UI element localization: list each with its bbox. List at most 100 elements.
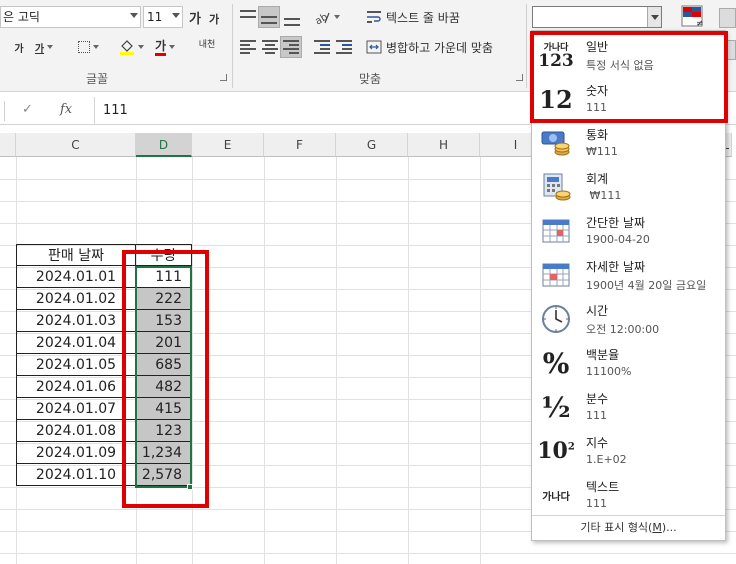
font-dialog-launcher-icon[interactable] [220, 74, 227, 81]
format-name: 회계 [586, 172, 609, 186]
column-header-h[interactable]: H [408, 133, 480, 157]
column-header-partial[interactable] [0, 133, 16, 157]
table-cell-qty[interactable]: 111 [136, 266, 191, 288]
format-table-button[interactable] [719, 8, 736, 28]
table-cell-qty[interactable]: 1,234 [136, 442, 191, 464]
conditional-format-button[interactable]: ≠ [680, 4, 708, 30]
enter-check-icon[interactable]: ✓ [22, 102, 33, 117]
format-item-text[interactable]: 가나다 텍스트 111 [532, 473, 725, 517]
table-cell-qty[interactable]: 153 [136, 310, 191, 332]
underline-icon: 가 [34, 43, 45, 55]
format-item-number[interactable]: 12 숫자 111 [532, 77, 725, 121]
number-icon: 12 [539, 84, 573, 114]
chevron-down-icon[interactable] [137, 45, 144, 49]
table-cell-qty[interactable]: 685 [136, 354, 191, 376]
group-separator [526, 4, 527, 88]
more-number-formats-link[interactable]: 기타 표시 형식(M)... [532, 515, 725, 541]
format-name: 간단한 날짜 [586, 216, 646, 230]
font-color-button[interactable]: 가 [150, 36, 180, 58]
group-label-align: 맞춤 [359, 72, 382, 86]
chevron-down-icon[interactable] [130, 13, 138, 18]
decrease-indent-button[interactable] [312, 36, 332, 58]
chevron-down-icon[interactable] [169, 45, 176, 49]
borders-button[interactable] [74, 36, 102, 58]
format-item-currency[interactable]: 통화 ₩111 [532, 121, 725, 165]
accounting-icon [538, 171, 574, 203]
shrink-font-icon: 가 [208, 13, 220, 26]
gridline [192, 157, 193, 564]
merge-center-label: 병합하고 가운데 맞춤 [386, 40, 493, 55]
align-right-button[interactable] [280, 36, 302, 58]
wrap-text-button[interactable]: 텍스트 줄 바꿈 [366, 6, 476, 28]
column-header-d[interactable]: D [136, 133, 192, 157]
table-cell-qty[interactable]: 201 [136, 332, 191, 354]
table-cell-date[interactable]: 2024.01.06 [16, 376, 136, 398]
format-sample: 111 [586, 497, 607, 510]
chevron-down-icon[interactable] [47, 45, 54, 49]
underline-button[interactable]: 가 [30, 36, 58, 58]
table-cell-date[interactable]: 2024.01.01 [16, 266, 136, 288]
table-cell-date[interactable]: 2024.01.10 [16, 464, 136, 486]
format-sample: ₩111 [586, 189, 622, 202]
align-middle-button[interactable] [258, 6, 280, 28]
chevron-down-icon[interactable] [92, 45, 99, 49]
chevron-down-icon[interactable] [333, 15, 340, 19]
font-name-combo[interactable]: 은 고딕 [0, 6, 141, 28]
format-sample: 1.E+02 [586, 453, 627, 466]
phonetic-button[interactable]: 내천 [193, 34, 221, 56]
format-item-general[interactable]: 가나다 123 일반 특정 서식 없음 [532, 33, 725, 77]
format-item-accounting[interactable]: 회계 ₩111 [532, 165, 725, 209]
fill-color-button[interactable] [116, 36, 146, 58]
grow-font-button[interactable]: 가 [187, 6, 203, 28]
wrap-text-label: 텍스트 줄 바꿈 [386, 10, 460, 25]
align-top-button[interactable] [238, 6, 258, 28]
insert-function-button[interactable]: fx [60, 102, 72, 117]
shrink-font-button[interactable]: 가 [206, 8, 222, 30]
table-cell-date[interactable]: 2024.01.05 [16, 354, 136, 376]
gridline [336, 157, 337, 564]
column-header-e[interactable]: E [192, 133, 264, 157]
scientific-icon: 102 [537, 438, 575, 464]
align-left-icon [240, 40, 256, 54]
table-header-qty[interactable]: 수량 [135, 244, 192, 266]
table-header-date[interactable]: 판매 날짜 [16, 244, 136, 266]
align-center-button[interactable] [260, 36, 280, 58]
format-item-percent[interactable]: % 백분율 11100% [532, 341, 725, 385]
italic-button[interactable]: 가 [12, 36, 26, 58]
merge-center-button[interactable]: 병합하고 가운데 맞춤 [366, 36, 516, 58]
format-item-scientific[interactable]: 102 지수 1.E+02 [532, 429, 725, 473]
table-cell-date[interactable]: 2024.01.07 [16, 398, 136, 420]
merge-cells-icon [366, 40, 382, 54]
table-cell-qty[interactable]: 482 [136, 376, 191, 398]
format-item-short-date[interactable]: 간단한 날짜 1900-04-20 [532, 209, 725, 253]
align-dialog-launcher-icon[interactable] [516, 74, 523, 81]
number-format-dropdown: 가나다 123 일반 특정 서식 없음 12 숫자 111 통화 ₩111 회계… [531, 30, 726, 541]
chevron-down-icon[interactable] [647, 7, 661, 27]
column-header-c[interactable]: C [16, 133, 136, 157]
format-sample: 11100% [586, 365, 632, 378]
format-item-fraction[interactable]: ½ 분수 111 [532, 385, 725, 429]
align-bottom-button[interactable] [282, 8, 302, 30]
column-header-g[interactable]: G [336, 133, 408, 157]
table-cell-date[interactable]: 2024.01.08 [16, 420, 136, 442]
format-item-long-date[interactable]: 자세한 날짜 1900년 4월 20일 금요일 [532, 253, 725, 297]
table-cell-qty[interactable]: 415 [136, 398, 191, 420]
chevron-down-icon[interactable] [172, 13, 180, 18]
format-sample: 오전 12:00:00 [586, 323, 660, 336]
format-item-time[interactable]: 시간 오전 12:00:00 [532, 297, 725, 341]
font-size-combo[interactable]: 11 [143, 6, 183, 28]
table-cell-qty[interactable]: 2,578 [136, 464, 191, 486]
group-separator [232, 4, 233, 88]
table-cell-qty[interactable]: 222 [136, 288, 191, 310]
orientation-button[interactable]: ab [312, 6, 340, 28]
table-cell-date[interactable]: 2024.01.02 [16, 288, 136, 310]
align-left-button[interactable] [238, 36, 258, 58]
number-format-combo[interactable] [532, 6, 662, 28]
increase-indent-button[interactable] [334, 36, 354, 58]
table-cell-date[interactable]: 2024.01.09 [16, 442, 136, 464]
column-header-f[interactable]: F [264, 133, 336, 157]
table-cell-date[interactable]: 2024.01.04 [16, 332, 136, 354]
table-cell-qty[interactable]: 123 [136, 420, 191, 442]
table-cell-date[interactable]: 2024.01.03 [16, 310, 136, 332]
fill-handle[interactable] [187, 484, 193, 490]
